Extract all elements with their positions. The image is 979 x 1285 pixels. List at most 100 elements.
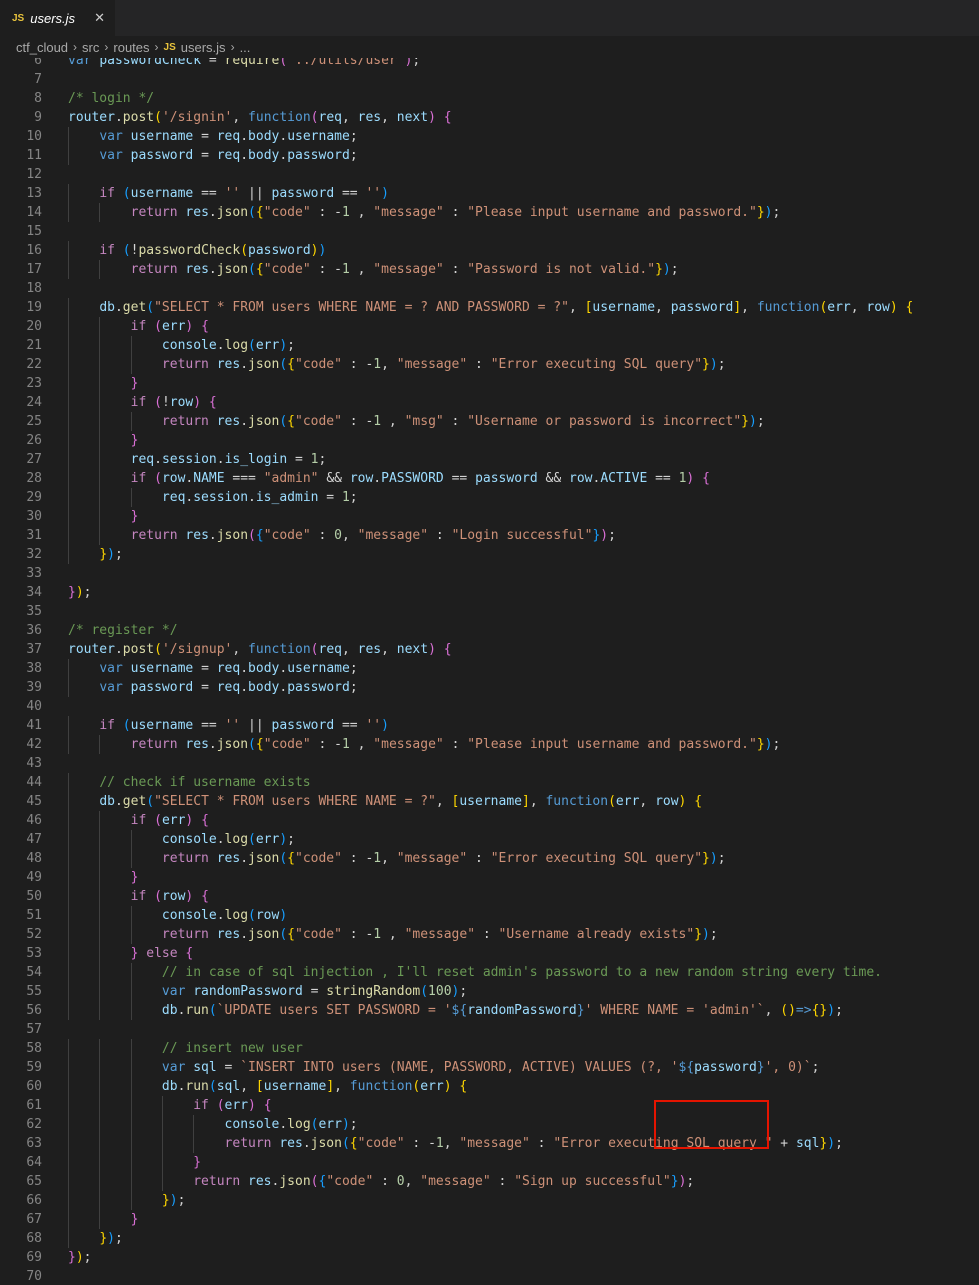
code-line[interactable]: 17 return res.json({"code" : -1 , "messa… xyxy=(0,260,979,279)
code-line[interactable]: 35 xyxy=(0,602,979,621)
code-line[interactable]: 27 req.session.is_login = 1; xyxy=(0,450,979,469)
code-line[interactable]: 60 db.run(sql, [username], function(err)… xyxy=(0,1077,979,1096)
code-token: ] xyxy=(326,1079,335,1094)
code-line[interactable]: 46 if (err) { xyxy=(0,811,979,830)
code-line[interactable]: 31 return res.json({"code" : 0, "message… xyxy=(0,526,979,545)
code-token: if xyxy=(193,1098,209,1113)
code-line[interactable]: 12 xyxy=(0,165,979,184)
code-line[interactable]: 16 if (!passwordCheck(password)) xyxy=(0,241,979,260)
code-line[interactable]: 45 db.get("SELECT * FROM users WHERE NAM… xyxy=(0,792,979,811)
code-line[interactable]: 66 }); xyxy=(0,1191,979,1210)
code-token: { xyxy=(287,357,295,372)
code-line[interactable]: 26 } xyxy=(0,431,979,450)
code-line[interactable]: 47 console.log(err); xyxy=(0,830,979,849)
code-line[interactable]: 24 if (!row) { xyxy=(0,393,979,412)
code-line[interactable]: 22 return res.json({"code" : -1, "messag… xyxy=(0,355,979,374)
code-line[interactable]: 25 return res.json({"code" : -1 , "msg" … xyxy=(0,412,979,431)
breadcrumb-item-more[interactable]: ... xyxy=(240,40,251,55)
code-line[interactable]: 30 } xyxy=(0,507,979,526)
code-line[interactable]: 23 } xyxy=(0,374,979,393)
code-line[interactable]: 39 var password = req.body.password; xyxy=(0,678,979,697)
code-line[interactable]: 18 xyxy=(0,279,979,298)
code-line[interactable]: 70 xyxy=(0,1267,979,1285)
line-number: 46 xyxy=(26,813,42,828)
tab-users-js[interactable]: JS users.js ✕ xyxy=(0,0,116,36)
code-line[interactable]: 58 // insert new user xyxy=(0,1039,979,1058)
code-token: , xyxy=(240,1079,256,1094)
close-icon[interactable]: ✕ xyxy=(94,11,105,26)
code-line[interactable]: 19 db.get("SELECT * FROM users WHERE NAM… xyxy=(0,298,979,317)
code-token: console xyxy=(224,1117,280,1132)
code-line[interactable]: 37 router.post('/signup', function(req, r… xyxy=(0,640,979,659)
code-line[interactable]: 52 return res.json({"code" : -1 , "messa… xyxy=(0,925,979,944)
code-line[interactable]: 55 var randomPassword = stringRandom(100… xyxy=(0,982,979,1001)
code-token: req xyxy=(216,129,241,144)
code-line[interactable]: 34}); xyxy=(0,583,979,602)
code-line[interactable]: 14 return res.json({"code" : -1 , "messa… xyxy=(0,203,979,222)
code-line[interactable]: 59 var sql = `INSERT INTO users (NAME, P… xyxy=(0,1058,979,1077)
code-line[interactable]: 69}); xyxy=(0,1248,979,1267)
code-line[interactable]: 29 req.session.is_admin = 1; xyxy=(0,488,979,507)
code-line[interactable]: 65 return res.json({"code" : 0, "message… xyxy=(0,1172,979,1191)
code-token: return xyxy=(130,262,178,277)
code-editor[interactable]: 6 var passwordCheck = require('../utils/u… xyxy=(0,58,979,1285)
code-line[interactable]: 43 xyxy=(0,754,979,773)
code-line[interactable]: 53 } else { xyxy=(0,944,979,963)
code-line[interactable]: 63 return res.json({"code" : -1, "messag… xyxy=(0,1134,979,1153)
code-line[interactable]: 20 if (err) { xyxy=(0,317,979,336)
code-line[interactable]: 10 var username = req.body.username; xyxy=(0,127,979,146)
code-token: ( xyxy=(154,319,162,334)
code-token: row xyxy=(569,471,593,486)
code-token: "code" xyxy=(263,205,311,220)
code-line[interactable]: 48 return res.json({"code" : -1, "messag… xyxy=(0,849,979,868)
code-line[interactable]: 21 console.log(err); xyxy=(0,336,979,355)
breadcrumb-item-routes[interactable]: routes xyxy=(113,40,149,55)
code-line[interactable]: 61 if (err) { xyxy=(0,1096,979,1115)
breadcrumb-item-src[interactable]: src xyxy=(82,40,99,55)
code-line[interactable]: 50 if (row) { xyxy=(0,887,979,906)
code-token: err xyxy=(255,832,280,847)
code-line[interactable]: 64 } xyxy=(0,1153,979,1172)
line-number: 44 xyxy=(26,775,42,790)
code-token: ; xyxy=(114,1231,123,1246)
code-line[interactable]: 13 if (username == '' || password == '') xyxy=(0,184,979,203)
code-token: = xyxy=(193,680,217,695)
code-line[interactable]: 67 } xyxy=(0,1210,979,1229)
breadcrumb-item-ctf-cloud[interactable]: ctf_cloud xyxy=(16,40,68,55)
code-line[interactable]: 33 xyxy=(0,564,979,583)
code-token: . xyxy=(240,680,249,695)
code-line[interactable]: 28 if (row.NAME === "admin" && row.PASSW… xyxy=(0,469,979,488)
code-line[interactable]: 51 console.log(row) xyxy=(0,906,979,925)
code-token: json xyxy=(310,1136,342,1151)
code-line[interactable]: 56 db.run(`UPDATE users SET PASSWORD = '… xyxy=(0,1001,979,1020)
code-line[interactable]: 68 }); xyxy=(0,1229,979,1248)
code-token: { xyxy=(185,946,194,961)
code-line[interactable]: 36 /* register */ xyxy=(0,621,979,640)
code-line[interactable]: 44 // check if username exists xyxy=(0,773,979,792)
code-line[interactable]: 32 }); xyxy=(0,545,979,564)
code-token: if xyxy=(99,718,115,733)
code-line[interactable]: 15 xyxy=(0,222,979,241)
chevron-right-icon: › xyxy=(73,40,78,54)
code-line[interactable]: 57 xyxy=(0,1020,979,1039)
code-line[interactable]: 8 /* login */ xyxy=(0,89,979,108)
code-line[interactable]: 9 router.post('/signin', function(req, re… xyxy=(0,108,979,127)
code-line[interactable]: 7 xyxy=(0,70,979,89)
code-line[interactable]: 54 // in case of sql injection , I'll re… xyxy=(0,963,979,982)
code-line[interactable]: 62 console.log(err); xyxy=(0,1115,979,1134)
code-line[interactable]: 38 var username = req.body.username; xyxy=(0,659,979,678)
code-line[interactable]: 41 if (username == '' || password == '') xyxy=(0,716,979,735)
code-line[interactable]: 40 xyxy=(0,697,979,716)
code-token: return xyxy=(161,414,209,429)
code-line[interactable]: 6 var passwordCheck = require('../utils/u… xyxy=(0,58,979,70)
code-token: "SELECT * FROM users WHERE NAME = ?" xyxy=(154,794,436,809)
breadcrumb-item-file[interactable]: users.js xyxy=(181,40,226,55)
code-line[interactable]: 49 } xyxy=(0,868,979,887)
code-token: "message" xyxy=(396,357,468,372)
code-token: ; xyxy=(772,205,781,220)
code-line[interactable]: 42 return res.json({"code" : -1 , "messa… xyxy=(0,735,979,754)
code-line[interactable]: 11 var password = req.body.password; xyxy=(0,146,979,165)
code-token: res xyxy=(216,357,241,372)
